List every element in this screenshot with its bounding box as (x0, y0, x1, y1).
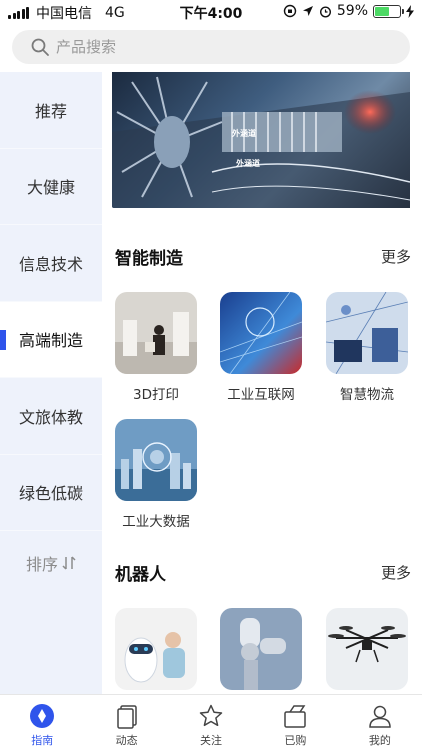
sidebar-item-label: 推荐 (34, 101, 67, 121)
sidebar-item-health[interactable]: 大健康 (0, 149, 102, 225)
cards-icon (116, 705, 137, 729)
main-content: 外涵道 外涵道 智能制造 更多 3D打印 工业互联网 智慧物流 工业大数据 机器… (102, 72, 422, 694)
section-header-smart-manufacturing: 智能制造 更多 (115, 244, 411, 269)
banner-label: 外涵道 (236, 159, 260, 168)
product-tile[interactable] (220, 608, 302, 694)
banner-label: 外涵道 (232, 129, 256, 138)
product-tile[interactable] (115, 608, 197, 694)
status-right: 59% (283, 3, 414, 19)
sidebar-item-it[interactable]: 信息技术 (0, 225, 102, 302)
product-tile[interactable] (326, 608, 408, 694)
tab-profile[interactable]: 我的 (338, 695, 422, 750)
alarm-icon (319, 5, 331, 18)
product-label: 工业互联网 (227, 387, 295, 403)
tab-feed[interactable]: 动态 (84, 695, 168, 750)
product-tile[interactable]: 3D打印 (115, 292, 197, 403)
tab-label: 我的 (368, 734, 391, 747)
sort-icon (62, 556, 76, 570)
category-sidebar: 推荐 大健康 信息技术 高端制造 文旅体教 绿色低碳 排序 (0, 72, 102, 694)
signal-icon (8, 7, 29, 19)
product-image-industrial-robot-arm (220, 608, 302, 690)
product-image-3d-printing (115, 292, 197, 374)
box-icon (284, 705, 307, 728)
product-image-drone (326, 608, 408, 690)
product-image-industrial-big-data (115, 419, 197, 501)
sidebar-item-manufacturing[interactable]: 高端制造 (0, 301, 102, 378)
rotation-lock-icon (283, 4, 297, 18)
battery-icon (373, 4, 404, 18)
section-title: 机器人 (115, 565, 166, 585)
section-title: 智能制造 (115, 249, 183, 269)
product-tile[interactable]: 工业互联网 (220, 292, 302, 403)
sidebar-item-recommend[interactable]: 推荐 (0, 72, 102, 149)
sidebar-item-label: 文旅体教 (18, 407, 83, 427)
sidebar-item-green[interactable]: 绿色低碳 (0, 455, 102, 531)
product-label: 工业大数据 (122, 514, 190, 530)
product-image-service-robot (115, 608, 197, 690)
sidebar-item-label: 信息技术 (18, 254, 83, 274)
search-bar[interactable] (12, 30, 410, 64)
more-link[interactable]: 更多 (381, 246, 411, 267)
product-image-industrial-internet (220, 292, 302, 374)
more-link[interactable]: 更多 (381, 562, 411, 583)
tab-label: 已购 (284, 734, 307, 747)
product-image-smart-logistics (326, 292, 408, 374)
tab-label: 关注 (200, 734, 223, 747)
sidebar-item-culture-sports[interactable]: 文旅体教 (0, 378, 102, 455)
bottom-tab-bar: 指南 动态 关注 已购 我的 (0, 694, 422, 750)
sidebar-item-label: 高端制造 (18, 331, 83, 351)
location-icon (302, 6, 313, 16)
tab-label: 指南 (31, 734, 54, 747)
tab-purchased[interactable]: 已购 (253, 695, 337, 750)
sort-button[interactable]: 排序 (0, 531, 102, 595)
sidebar-item-label: 绿色低碳 (18, 484, 83, 504)
charging-icon (406, 4, 414, 18)
product-label: 智慧物流 (340, 387, 394, 403)
sidebar-item-label: 大健康 (26, 178, 75, 198)
user-icon (369, 705, 391, 728)
sort-label: 排序 (25, 555, 58, 574)
compass-icon (30, 704, 55, 728)
carrier-label: 中国电信 (36, 6, 92, 22)
search-icon (31, 38, 49, 56)
banner-image[interactable]: 外涵道 外涵道 (112, 72, 410, 208)
tab-label: 动态 (115, 734, 138, 747)
section-header-robots: 机器人 更多 (115, 560, 411, 585)
product-label: 3D打印 (133, 387, 179, 403)
status-bar: 中国电信 4G 下午4:00 59% (0, 0, 422, 24)
tab-guide[interactable]: 指南 (0, 695, 84, 750)
star-icon (199, 704, 223, 727)
product-tile[interactable]: 智慧物流 (326, 292, 408, 403)
battery-percent: 59% (336, 3, 368, 19)
network-label: 4G (105, 5, 125, 21)
search-input[interactable] (56, 38, 376, 56)
product-tile[interactable]: 工业大数据 (115, 419, 197, 530)
status-left: 中国电信 4G (8, 3, 125, 23)
tab-follow[interactable]: 关注 (169, 695, 253, 750)
